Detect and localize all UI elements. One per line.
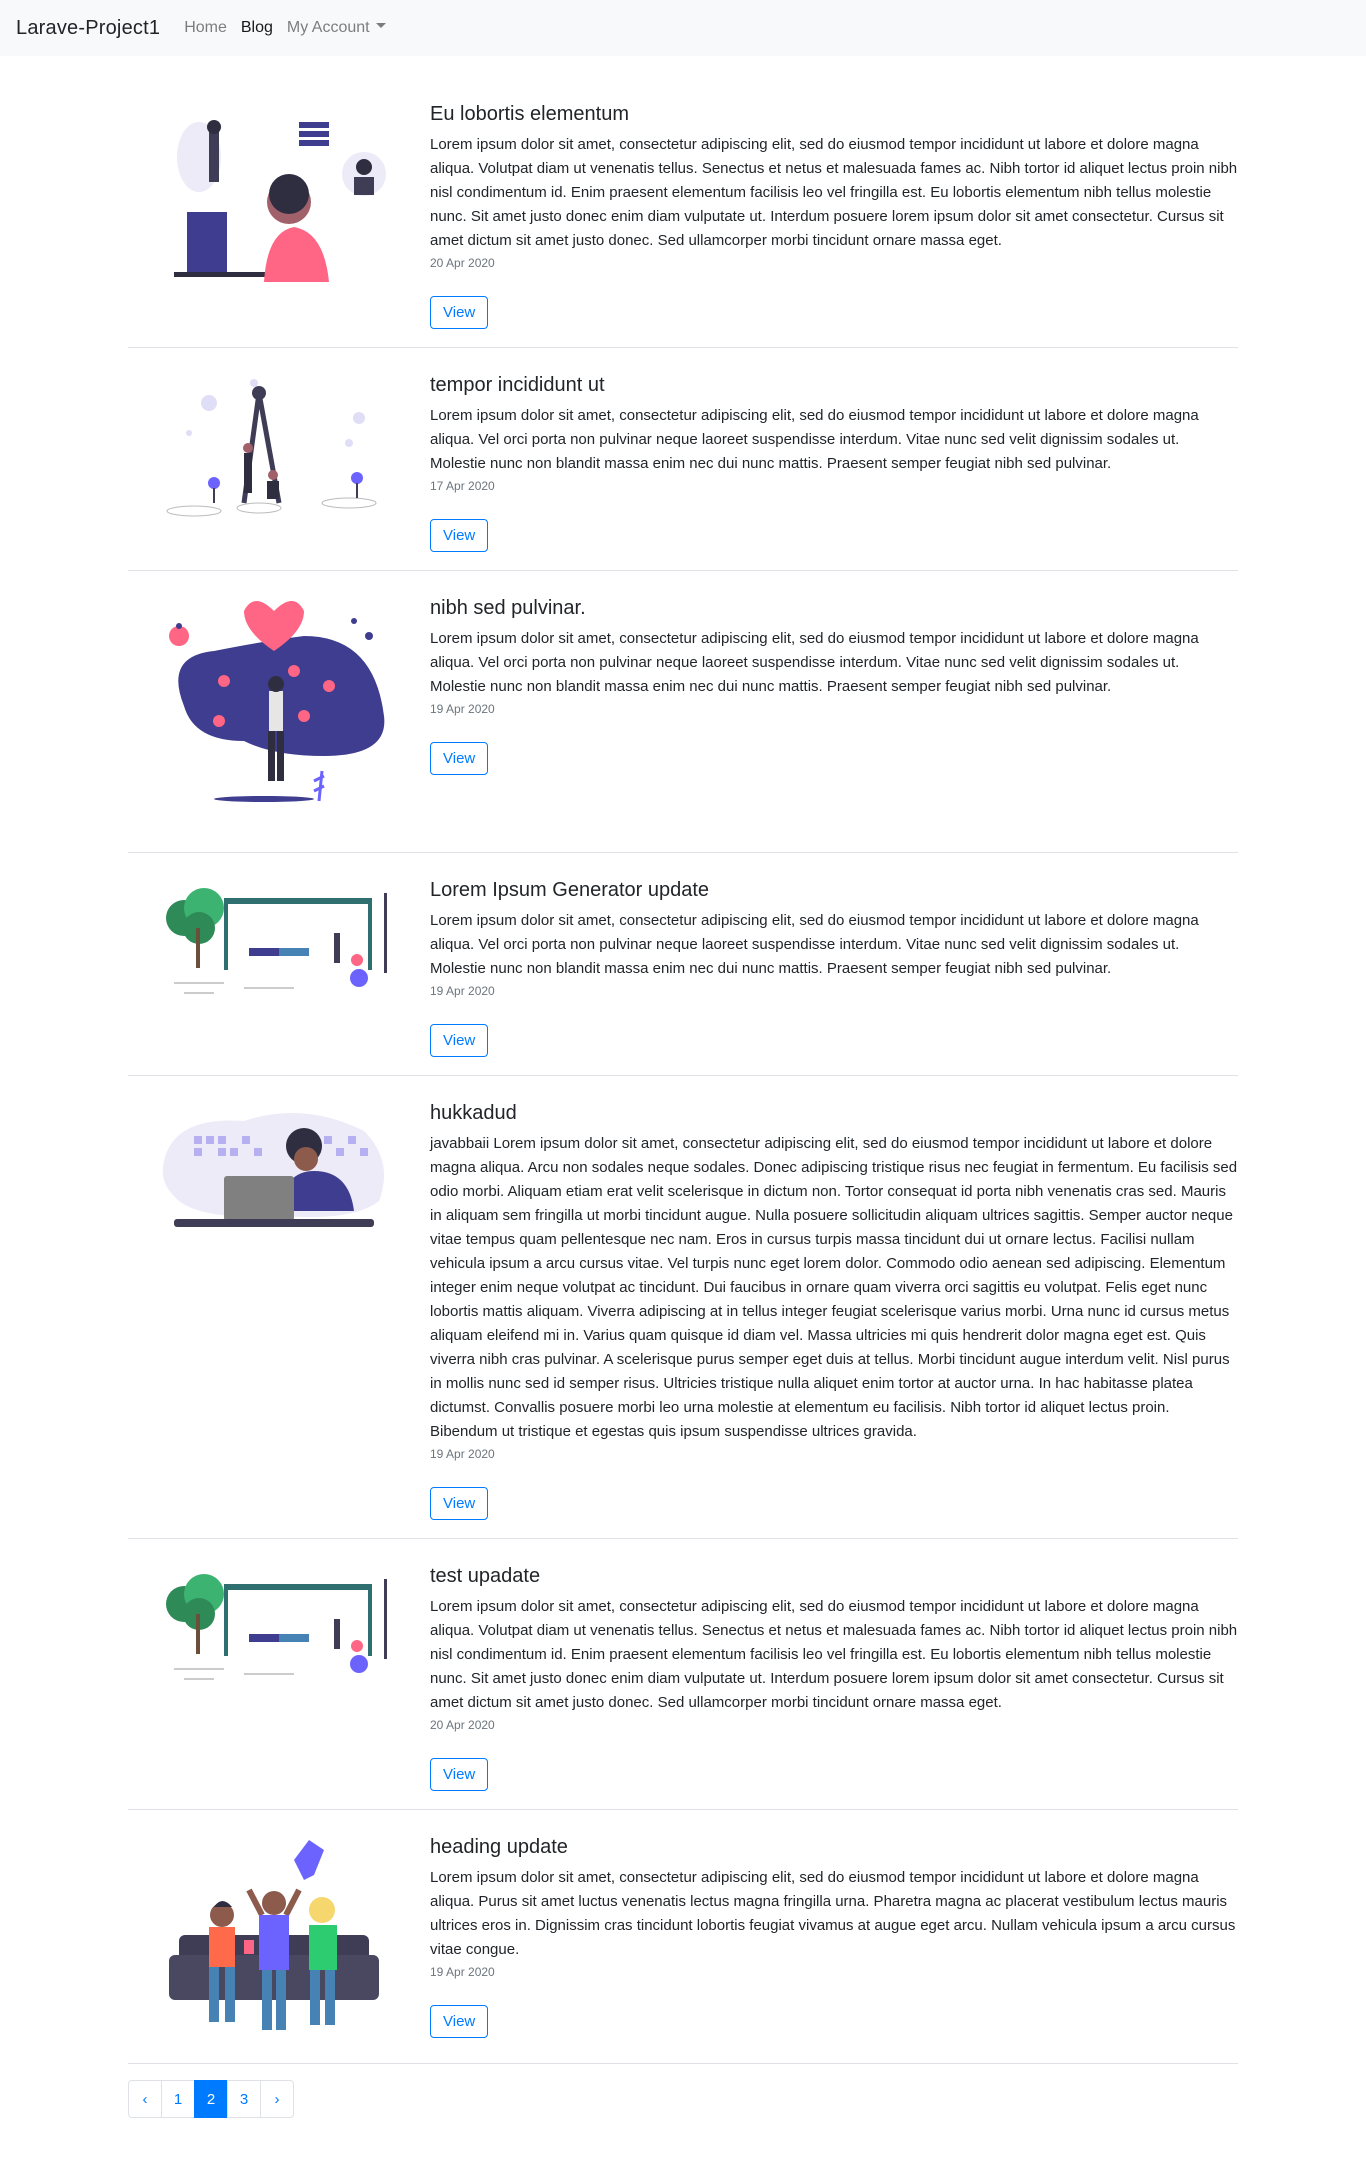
- pagination-next-icon[interactable]: ›: [260, 2080, 294, 2118]
- navbar: Larave-Project1 Home Blog My Account: [0, 0, 1366, 56]
- post-card: nibh sed pulvinar. Lorem ipsum dolor sit…: [128, 596, 1238, 853]
- compass-people-illustration: [166, 379, 377, 517]
- post-date: 20 Apr 2020: [430, 256, 495, 270]
- post-excerpt: javabbaii Lorem ipsum dolor sit amet, co…: [430, 1135, 1238, 1440]
- nav-link-blog[interactable]: Blog: [241, 19, 273, 37]
- post-title: test upadate: [430, 1565, 541, 1587]
- nav-dropdown-my-account[interactable]: My Account: [287, 19, 386, 37]
- page-link-2-current[interactable]: 2: [194, 2080, 228, 2118]
- post-title: heading update: [430, 1836, 568, 1858]
- nav-link-home[interactable]: Home: [184, 19, 227, 37]
- post-body: Lorem Ipsum Generator update Lorem ipsum…: [420, 878, 1238, 1057]
- view-button[interactable]: View: [430, 2005, 489, 2038]
- post-date: 19 Apr 2020: [430, 702, 495, 716]
- post-card: Lorem Ipsum Generator update Lorem ipsum…: [128, 878, 1238, 1076]
- post-excerpt: Lorem ipsum dolor sit amet, consectetur …: [430, 136, 1238, 249]
- post-title: hukkadud: [430, 1102, 517, 1124]
- post-thumbnail: [128, 1101, 420, 1520]
- post-date: 19 Apr 2020: [430, 1447, 495, 1461]
- post-title: nibh sed pulvinar.: [430, 597, 586, 619]
- post-excerpt: Lorem ipsum dolor sit amet, consectetur …: [430, 912, 1199, 977]
- view-button[interactable]: View: [430, 1487, 489, 1520]
- view-button[interactable]: View: [430, 519, 489, 552]
- post-date: 17 Apr 2020: [430, 479, 495, 493]
- post-thumbnail: [128, 596, 420, 816]
- woman-at-computer-illustration: [174, 120, 386, 282]
- post-body: heading update Lorem ipsum dolor sit ame…: [420, 1835, 1238, 2045]
- post-title: tempor incididunt ut: [430, 374, 605, 396]
- post-date: 19 Apr 2020: [430, 1965, 495, 1979]
- view-button[interactable]: View: [430, 1024, 489, 1057]
- post-excerpt: Lorem ipsum dolor sit amet, consectetur …: [430, 1598, 1238, 1711]
- post-card: hukkadud javabbaii Lorem ipsum dolor sit…: [128, 1101, 1238, 1539]
- post-title: Eu lobortis elementum: [430, 103, 629, 125]
- post-body: hukkadud javabbaii Lorem ipsum dolor sit…: [420, 1101, 1238, 1520]
- pagination: ‹ 1 2 3 ›: [128, 2080, 1238, 2118]
- post-thumbnail: [128, 1835, 420, 2045]
- post-date: 19 Apr 2020: [430, 984, 495, 998]
- post-card: test upadate Lorem ipsum dolor sit amet,…: [128, 1564, 1238, 1810]
- caret-down-icon: [375, 23, 386, 29]
- view-button[interactable]: View: [430, 1758, 489, 1791]
- post-thumbnail: [128, 1564, 420, 1791]
- post-thumbnail: [128, 878, 420, 1057]
- view-button[interactable]: View: [430, 296, 489, 329]
- brand-logo[interactable]: Larave-Project1: [16, 17, 160, 40]
- my-account-label: My Account: [286, 19, 370, 36]
- post-card: heading update Lorem ipsum dolor sit ame…: [128, 1835, 1238, 2064]
- man-with-laptop-illustration: [162, 1113, 384, 1227]
- post-body: tempor incididunt ut Lorem ipsum dolor s…: [420, 373, 1238, 552]
- post-card: Eu lobortis elementum Lorem ipsum dolor …: [128, 102, 1238, 348]
- post-card: tempor incididunt ut Lorem ipsum dolor s…: [128, 373, 1238, 571]
- post-excerpt: Lorem ipsum dolor sit amet, consectetur …: [430, 407, 1199, 472]
- posts-container: Eu lobortis elementum Lorem ipsum dolor …: [128, 56, 1238, 2118]
- woman-with-hearts-illustration: [169, 601, 385, 802]
- page-link-1[interactable]: 1: [161, 2080, 195, 2118]
- view-button[interactable]: View: [430, 742, 489, 775]
- post-body: test upadate Lorem ipsum dolor sit amet,…: [420, 1564, 1238, 1791]
- post-title: Lorem Ipsum Generator update: [430, 879, 710, 901]
- post-thumbnail: [128, 102, 420, 329]
- post-date: 20 Apr 2020: [430, 1718, 495, 1732]
- post-body: nibh sed pulvinar. Lorem ipsum dolor sit…: [420, 596, 1238, 816]
- post-body: Eu lobortis elementum Lorem ipsum dolor …: [420, 102, 1238, 329]
- pagination-prev-icon[interactable]: ‹: [128, 2080, 162, 2118]
- bus-stop-illustration: [166, 1574, 387, 1680]
- post-excerpt: Lorem ipsum dolor sit amet, consectetur …: [430, 1869, 1236, 1958]
- post-excerpt: Lorem ipsum dolor sit amet, consectetur …: [430, 630, 1199, 695]
- friends-on-couch-illustration: [169, 1840, 379, 2030]
- post-thumbnail: [128, 373, 420, 552]
- bus-stop-illustration: [166, 888, 387, 994]
- page-link-3[interactable]: 3: [227, 2080, 261, 2118]
